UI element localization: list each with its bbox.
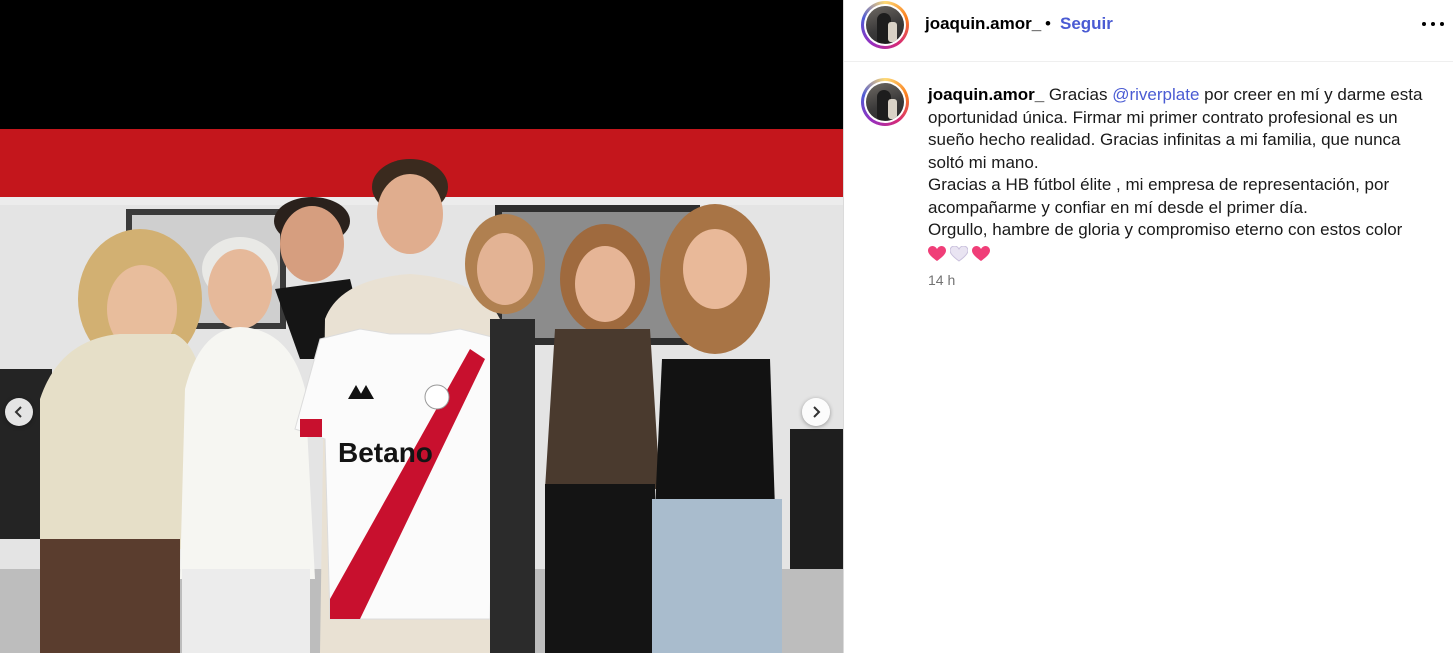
more-options-button[interactable] [1422,17,1444,31]
author-avatar[interactable] [861,1,909,49]
author-username[interactable]: joaquin.amor_ [925,14,1041,34]
family-photo-illustration: Betano [0,129,843,653]
caption-paragraph-1: joaquin.amor_ Gracias @riverplate por cr… [928,84,1438,174]
post-caption: joaquin.amor_ Gracias @riverplate por cr… [928,84,1438,265]
separator-dot: • [1045,14,1051,33]
post-header: joaquin.amor_ • Seguir [844,0,1453,62]
caption-paragraph-3: Orgullo, hambre de gloria y compromiso e… [928,220,1403,239]
caption-paragraph-2: Gracias a HB fútbol élite , mi empresa d… [928,175,1390,217]
chevron-right-icon [813,406,821,418]
pink-heart-icon [928,245,946,261]
more-horizontal-icon [1422,22,1426,26]
white-heart-icon [950,245,968,262]
post-side-panel: joaquin.amor_ • Seguir joaquin.amor_ Gra… [843,0,1453,653]
next-photo-button[interactable] [802,398,830,426]
chevron-left-icon [14,406,22,418]
pink-heart-icon [972,245,990,261]
post-photo: Betano [0,129,843,653]
caption-avatar[interactable] [861,78,909,126]
follow-button[interactable]: Seguir [1060,14,1113,34]
emoji-row [928,243,1438,265]
mention-link[interactable]: @riverplate [1112,85,1199,104]
caption-username[interactable]: joaquin.amor_ [928,85,1044,104]
caption-text-start: Gracias [1048,85,1108,104]
post-timestamp[interactable]: 14 h [928,272,955,288]
post-media: Betano [0,0,843,653]
jersey-sponsor: Betano [338,437,433,468]
previous-photo-button[interactable] [5,398,33,426]
